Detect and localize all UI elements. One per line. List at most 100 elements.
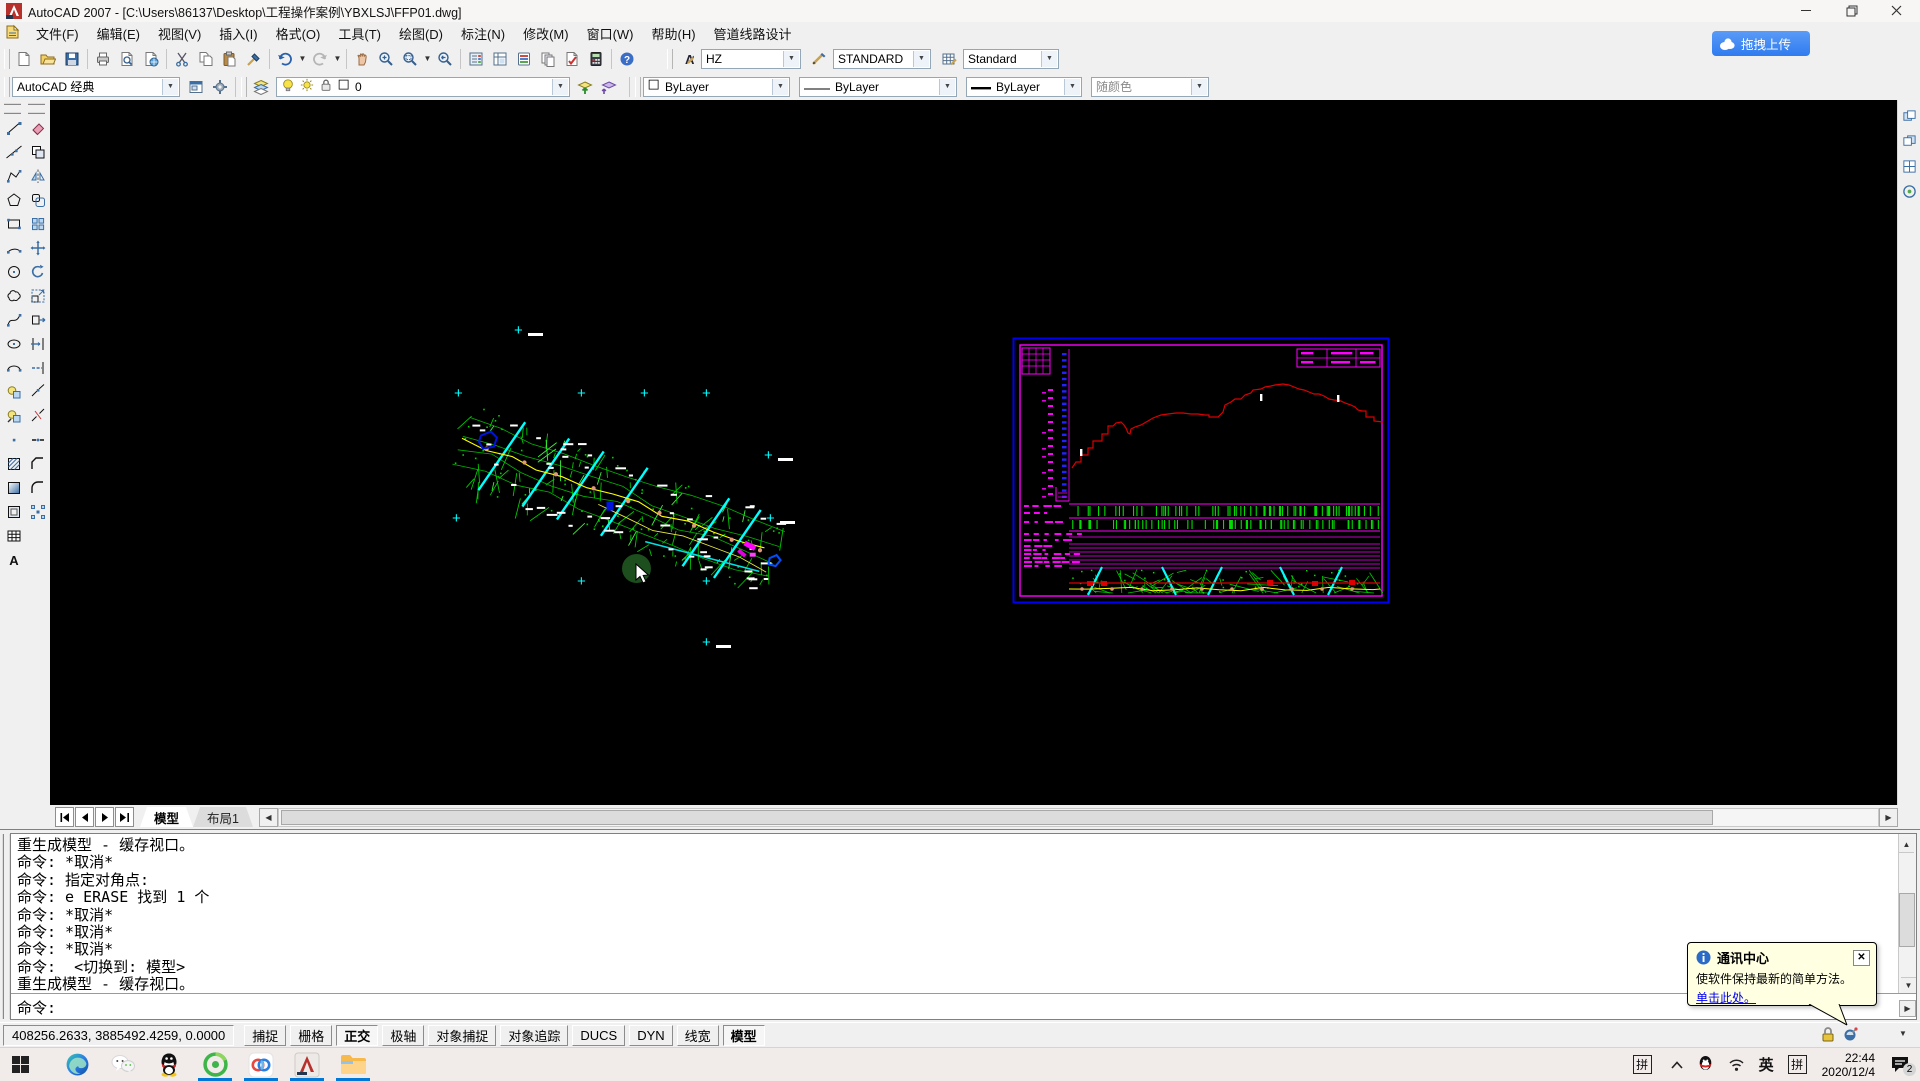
toolbar-grip[interactable] xyxy=(667,49,673,69)
command-prompt[interactable]: 命令: xyxy=(17,1000,56,1017)
markupset-manager-button[interactable] xyxy=(560,47,584,71)
match-properties-button[interactable] xyxy=(242,47,266,71)
workspace-combo[interactable]: AutoCAD 经典▼ xyxy=(12,77,180,97)
order-toolbar-button-3[interactable] xyxy=(1898,155,1920,178)
vscroll-up-arrow[interactable]: ▲ xyxy=(1899,837,1914,853)
status-toggle-grid[interactable]: 栅格 xyxy=(290,1025,332,1046)
layer-thaw-icon[interactable] xyxy=(300,78,314,95)
chevron-down-icon[interactable]: ▼ xyxy=(783,51,799,67)
polyline-icon[interactable] xyxy=(2,164,25,187)
table-icon[interactable] xyxy=(2,524,25,547)
menu-item-4[interactable]: 格式(O) xyxy=(267,22,330,45)
tray-clock[interactable]: 22:44 2020/12/4 xyxy=(1822,1051,1875,1079)
toolbar-grip[interactable] xyxy=(4,77,10,97)
table-style-combo[interactable]: Standard▼ xyxy=(963,49,1059,69)
quickcalc-button[interactable] xyxy=(584,47,608,71)
drag-upload-widget[interactable]: 拖拽上传 xyxy=(1712,31,1810,56)
status-toggle-ortho[interactable]: 正交 xyxy=(336,1025,378,1046)
chevron-down-icon[interactable]: ▼ xyxy=(332,48,343,70)
zoom-realtime-button[interactable] xyxy=(374,47,398,71)
balloon-link[interactable]: 单击此处。 xyxy=(1696,991,1756,1005)
spline-icon[interactable] xyxy=(2,308,25,331)
autocad-taskbar-icon[interactable] xyxy=(284,1049,330,1081)
rectangle-icon[interactable] xyxy=(2,212,25,235)
tray-chevron-up-icon[interactable] xyxy=(1671,1061,1683,1069)
menu-item-1[interactable]: 编辑(E) xyxy=(88,22,149,45)
make-block-icon[interactable] xyxy=(2,404,25,427)
vscroll-down-arrow[interactable]: ▼ xyxy=(1901,977,1916,993)
toolbar-grip[interactable] xyxy=(635,77,641,97)
workspace-settings-button[interactable] xyxy=(184,75,208,99)
redo-button[interactable] xyxy=(308,47,332,71)
save-button[interactable] xyxy=(60,47,84,71)
tab-layout1[interactable]: 布局1 xyxy=(193,807,253,827)
copy-button[interactable] xyxy=(194,47,218,71)
lock-icon[interactable] xyxy=(1820,1026,1836,1048)
pipeline-profile-drawing[interactable] xyxy=(1012,337,1390,604)
ellipse-arc-icon[interactable] xyxy=(2,356,25,379)
start-button[interactable] xyxy=(0,1049,40,1081)
wechat-taskbar-icon[interactable] xyxy=(100,1049,146,1081)
status-toggle-dyn[interactable]: DYN xyxy=(629,1025,672,1046)
site-plan-drawing[interactable] xyxy=(443,393,793,598)
erase-icon[interactable] xyxy=(26,116,49,139)
hscroll-left-arrow[interactable]: ◀ xyxy=(259,808,278,827)
status-toggle-lwt[interactable]: 线宽 xyxy=(677,1025,719,1046)
arc-icon[interactable] xyxy=(2,236,25,259)
properties-button[interactable] xyxy=(464,47,488,71)
status-toggle-otrack[interactable]: 对象追踪 xyxy=(500,1025,568,1046)
toolbar-grip[interactable] xyxy=(241,77,247,97)
join-icon[interactable] xyxy=(26,428,49,451)
status-menu-arrow[interactable]: ▼ xyxy=(1899,1029,1907,1038)
move-icon[interactable] xyxy=(26,236,49,259)
status-toggle-polar[interactable]: 极轴 xyxy=(382,1025,424,1046)
explode-icon[interactable] xyxy=(26,500,49,523)
chevron-down-icon[interactable]: ▼ xyxy=(939,79,955,95)
tool-palettes-button[interactable] xyxy=(512,47,536,71)
hatch-icon[interactable] xyxy=(2,452,25,475)
tab-last-button[interactable] xyxy=(115,807,134,827)
cut-button[interactable] xyxy=(170,47,194,71)
color-combo[interactable]: ByLayer▼ xyxy=(643,77,790,97)
fillet-icon[interactable] xyxy=(26,476,49,499)
close-button[interactable] xyxy=(1874,0,1918,21)
coordinate-readout[interactable]: 408256.2633, 3885492.4259, 0.0000 xyxy=(3,1025,234,1046)
paste-button[interactable] xyxy=(218,47,242,71)
balloon-close-button[interactable]: ✕ xyxy=(1853,950,1870,966)
order-toolbar-button-4[interactable] xyxy=(1898,180,1920,203)
stretch-icon[interactable] xyxy=(26,308,49,331)
layer-on-icon[interactable] xyxy=(281,78,295,95)
sheetset-manager-button[interactable] xyxy=(536,47,560,71)
menu-item-3[interactable]: 插入(I) xyxy=(210,22,266,45)
undo-button[interactable] xyxy=(273,47,297,71)
hscroll-thumb[interactable] xyxy=(281,810,1713,825)
text-style-combo[interactable]: HZ▼ xyxy=(701,49,801,69)
zoom-window-button[interactable] xyxy=(398,47,422,71)
status-toggle-model[interactable]: 模型 xyxy=(723,1025,765,1046)
lang-indicator[interactable]: 英 xyxy=(1759,1054,1774,1075)
360browser-taskbar-icon[interactable] xyxy=(192,1049,238,1081)
gradient-icon[interactable] xyxy=(2,476,25,499)
construction-line-icon[interactable] xyxy=(2,140,25,163)
chevron-down-icon[interactable]: ▼ xyxy=(297,48,308,70)
workspace-save-button[interactable] xyxy=(208,75,232,99)
publish-button[interactable] xyxy=(139,47,163,71)
menu-item-0[interactable]: 文件(F) xyxy=(27,22,88,45)
ime-indicator-right[interactable]: 拼 xyxy=(1788,1055,1807,1074)
layer-combo[interactable]: 0▼ xyxy=(276,77,570,97)
qq-taskbar-icon[interactable] xyxy=(146,1049,192,1081)
order-toolbar-button-2[interactable] xyxy=(1898,130,1920,153)
break-at-point-icon[interactable] xyxy=(26,380,49,403)
order-toolbar-button-1[interactable] xyxy=(1898,105,1920,128)
chevron-down-icon[interactable]: ▼ xyxy=(162,79,178,95)
mtext-icon[interactable]: A xyxy=(2,548,25,571)
action-center-icon[interactable]: 2 xyxy=(1890,1055,1910,1074)
status-toggle-ducs[interactable]: DUCS xyxy=(572,1025,625,1046)
help-button[interactable]: ? xyxy=(615,47,639,71)
region-icon[interactable] xyxy=(2,500,25,523)
insert-block-icon[interactable] xyxy=(2,380,25,403)
linetype-combo[interactable]: ByLayer▼ xyxy=(799,77,957,97)
point-icon[interactable] xyxy=(2,428,25,451)
menu-item-7[interactable]: 标注(N) xyxy=(452,22,514,45)
extend-icon[interactable] xyxy=(26,356,49,379)
